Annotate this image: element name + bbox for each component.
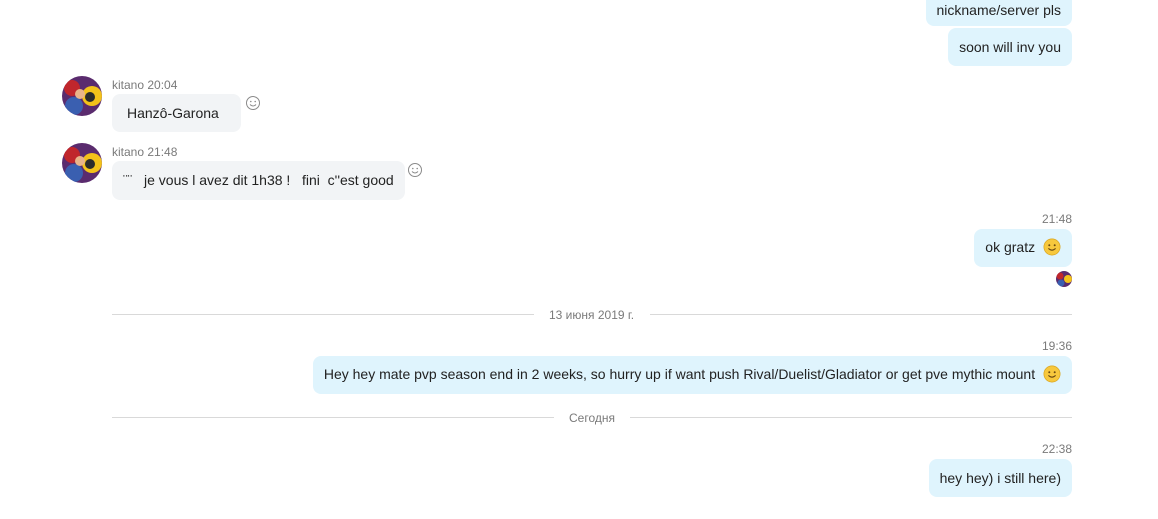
message-bubble-outgoing[interactable]: nickname/server pls bbox=[925, 0, 1072, 26]
message-text: Hey hey mate pvp season end in 2 weeks, … bbox=[323, 366, 1036, 382]
add-reaction-button[interactable] bbox=[407, 162, 423, 178]
add-reaction-smiley-icon bbox=[246, 96, 260, 110]
add-reaction-button[interactable] bbox=[245, 95, 261, 111]
read-receipt bbox=[1056, 271, 1072, 287]
message-time: 21:48 bbox=[147, 145, 178, 159]
sender-avatar[interactable] bbox=[62, 143, 102, 183]
message-meta: kitano 21:48 bbox=[112, 145, 177, 159]
smiley-emoji-icon bbox=[1043, 365, 1061, 383]
message-bubble-outgoing[interactable]: ok gratz bbox=[974, 229, 1072, 267]
sender-name: kitano bbox=[112, 145, 145, 159]
message-text: Hanzô-Garona bbox=[127, 105, 219, 121]
message-bubble-outgoing[interactable]: Hey hey mate pvp season end in 2 weeks, … bbox=[312, 356, 1072, 394]
add-reaction-smiley-icon bbox=[408, 163, 422, 177]
message-bubble-outgoing[interactable]: hey hey) i still here) bbox=[928, 459, 1072, 497]
date-divider-line bbox=[112, 417, 554, 418]
smiley-emoji-icon bbox=[1043, 238, 1061, 256]
read-receipt-avatar-icon bbox=[1056, 271, 1072, 287]
message-time: 20:04 bbox=[147, 78, 178, 92]
message-text: ok gratz bbox=[985, 239, 1036, 255]
anime-avatar-icon bbox=[62, 76, 102, 116]
message-time: 19:36 bbox=[1041, 339, 1072, 353]
date-divider-line bbox=[650, 314, 1072, 315]
date-divider-line bbox=[630, 417, 1072, 418]
message-time: 21:48 bbox=[1041, 212, 1072, 226]
date-divider-label: 13 июня 2019 г. bbox=[549, 308, 635, 322]
message-bubble-outgoing[interactable]: soon will inv you bbox=[948, 28, 1072, 66]
message-text: soon will inv you bbox=[959, 39, 1061, 55]
message-text: hey hey) i still here) bbox=[939, 470, 1061, 486]
message-text: ¨¨ je vous l avez dit 1h38 ! fini c''est… bbox=[123, 172, 394, 188]
message-bubble-incoming[interactable]: ¨¨ je vous l avez dit 1h38 ! fini c''est… bbox=[112, 161, 405, 200]
sender-avatar[interactable] bbox=[62, 76, 102, 116]
anime-avatar-icon bbox=[62, 143, 102, 183]
message-meta: kitano 20:04 bbox=[112, 78, 177, 92]
message-bubble-incoming[interactable]: Hanzô-Garona bbox=[112, 94, 241, 132]
date-divider-line bbox=[112, 314, 534, 315]
message-time: 22:38 bbox=[1041, 442, 1072, 456]
date-divider-label: Сегодня bbox=[569, 411, 615, 425]
message-text: nickname/server pls bbox=[936, 2, 1062, 18]
sender-name: kitano bbox=[112, 78, 145, 92]
